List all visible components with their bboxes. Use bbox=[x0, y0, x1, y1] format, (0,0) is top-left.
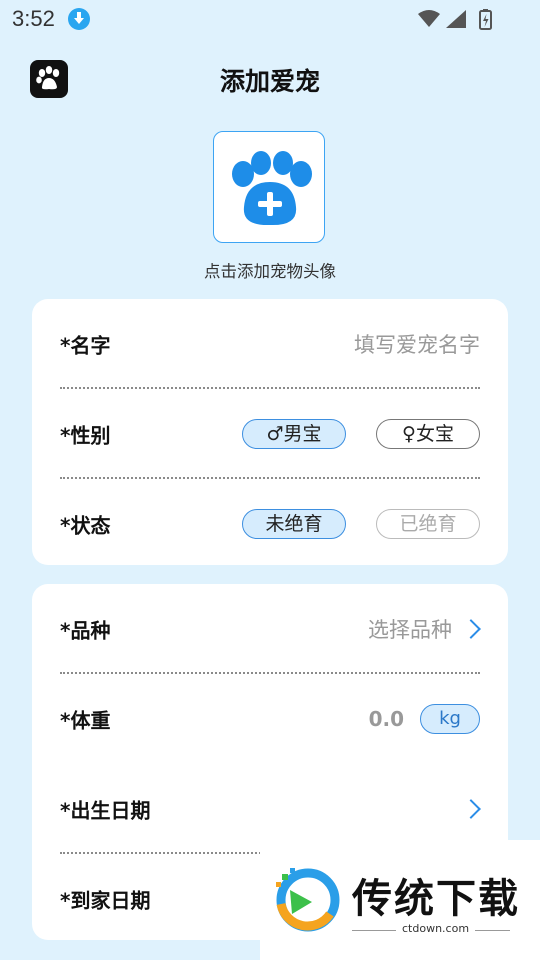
watermark-logo-icon bbox=[276, 868, 340, 932]
name-label: *名字 bbox=[60, 333, 111, 358]
name-input[interactable]: 填写爱宠名字 bbox=[354, 329, 480, 359]
status-neutered-button[interactable]: 已绝育 bbox=[376, 509, 480, 539]
birth-date-label: *出生日期 bbox=[60, 798, 151, 823]
name-row[interactable]: *名字 填写爱宠名字 bbox=[60, 299, 480, 389]
chevron-right-icon bbox=[461, 799, 481, 819]
basic-info-card: *名字 填写爱宠名字 *性别 ♂男宝 ♀女宝 *状态 未绝育 已绝育 bbox=[32, 299, 508, 565]
breed-row[interactable]: *品种 选择品种 bbox=[60, 584, 481, 674]
watermark-url: ctdown.com bbox=[396, 922, 476, 935]
gender-female-button[interactable]: ♀女宝 bbox=[376, 419, 480, 449]
status-time: 3:52 bbox=[12, 6, 55, 31]
breed-label: *品种 bbox=[60, 618, 111, 643]
avatar-hint: 点击添加宠物头像 bbox=[204, 262, 336, 281]
breed-select[interactable]: 选择品种 bbox=[368, 614, 452, 644]
signal-icon bbox=[446, 10, 466, 28]
status-bar: 3:52 bbox=[0, 0, 540, 36]
watermark: 传统下载 ctdown.com bbox=[260, 840, 540, 960]
gender-row: *性别 ♂男宝 ♀女宝 bbox=[60, 389, 480, 479]
battery-icon bbox=[479, 9, 492, 30]
status-icons bbox=[418, 9, 492, 30]
weight-input[interactable]: 0.0 bbox=[369, 707, 404, 731]
page-title: 添加爱宠 bbox=[219, 67, 320, 96]
wifi-icon bbox=[418, 10, 440, 27]
watermark-brand: 传统下载 bbox=[352, 876, 520, 922]
gender-label: *性别 bbox=[60, 423, 111, 448]
weight-row: *体重 0.0 kg bbox=[60, 674, 480, 764]
paw-plus-icon bbox=[232, 151, 312, 226]
avatar-upload-button[interactable] bbox=[213, 131, 325, 243]
header: 添加爱宠 bbox=[0, 50, 540, 108]
status-not-neutered-button[interactable]: 未绝育 bbox=[242, 509, 346, 539]
weight-unit-button[interactable]: kg bbox=[420, 704, 480, 734]
chevron-right-icon bbox=[461, 619, 481, 639]
home-date-label: *到家日期 bbox=[60, 888, 151, 913]
download-icon bbox=[68, 8, 90, 30]
weight-label: *体重 bbox=[60, 708, 111, 733]
gender-male-button[interactable]: ♂男宝 bbox=[242, 419, 346, 449]
status-label: *状态 bbox=[60, 513, 111, 538]
status-row: *状态 未绝育 已绝育 bbox=[60, 479, 480, 569]
